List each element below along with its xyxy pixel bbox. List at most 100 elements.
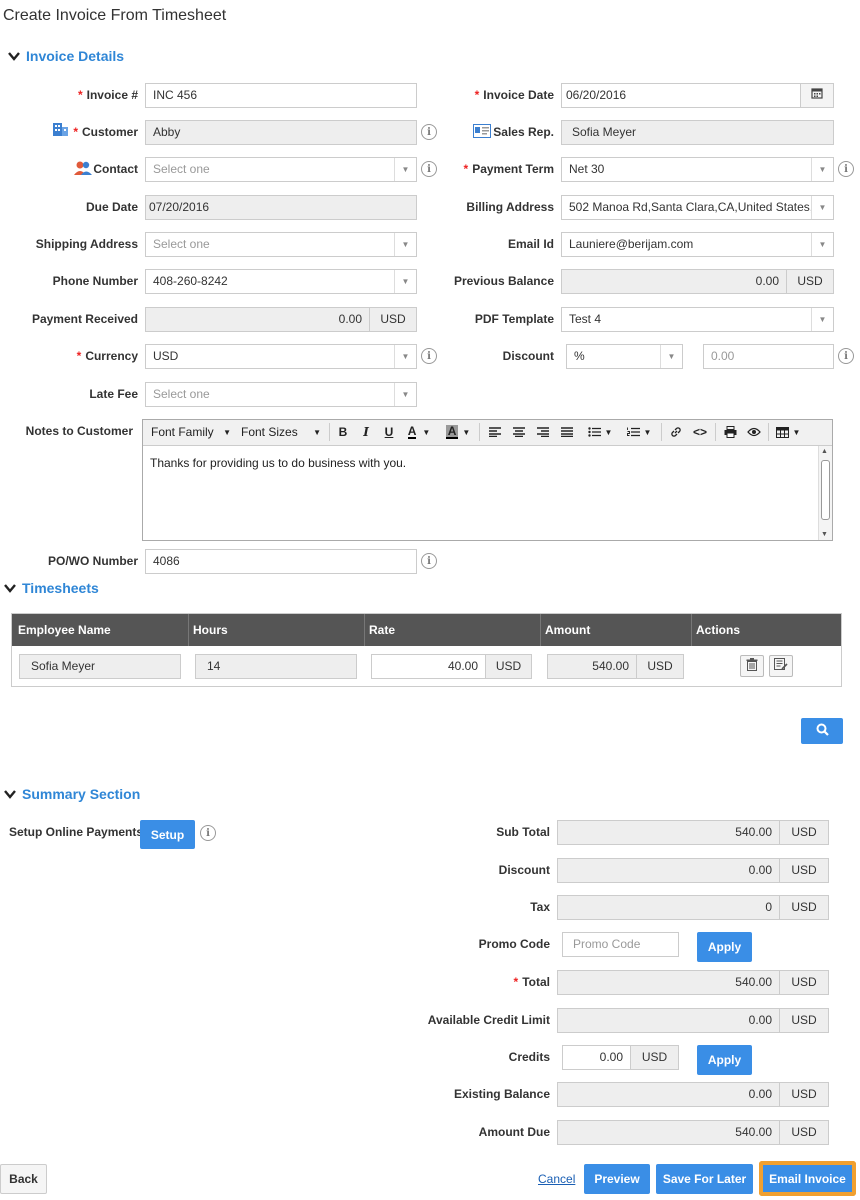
scroll-down-icon[interactable]: ▼ xyxy=(821,531,828,538)
currency-select[interactable]: USD ▼ xyxy=(145,344,417,369)
shipping-address-select[interactable]: Select one ▼ xyxy=(145,232,417,257)
save-for-later-button[interactable]: Save For Later xyxy=(656,1164,753,1194)
invoice-details-heading: Invoice Details xyxy=(26,48,125,64)
invoice-number-input[interactable]: INC 456 xyxy=(145,83,417,108)
background-color-icon[interactable]: A ▼ xyxy=(441,422,475,442)
sales-rep-card-icon xyxy=(473,124,491,141)
sales-rep-label: Sales Rep. xyxy=(493,125,554,139)
column-header: Employee Name xyxy=(18,623,111,637)
promo-apply-button[interactable]: Apply xyxy=(697,932,752,962)
setup-button[interactable]: Setup xyxy=(140,820,195,849)
billing-address-select[interactable]: 502 Manoa Rd,Santa Clara,CA,United State… xyxy=(561,195,834,220)
font-family-dropdown[interactable]: Font Family ▼ xyxy=(147,422,235,442)
previous-balance-input[interactable]: 0.00 xyxy=(561,269,787,294)
amount-due-label: Amount Due xyxy=(478,1125,550,1139)
timesheets-toggle[interactable]: Timesheets xyxy=(4,580,99,596)
sub-total-input[interactable]: 540.00 xyxy=(557,820,780,845)
late-fee-select[interactable]: Select one ▼ xyxy=(145,382,417,407)
dropdown-arrow-icon: ▼ xyxy=(394,158,416,181)
discount-label: Discount xyxy=(502,349,554,363)
edit-notes-button[interactable] xyxy=(769,655,793,677)
dropdown-arrow-icon: ▼ xyxy=(394,233,416,256)
cancel-link[interactable]: Cancel xyxy=(538,1172,575,1186)
chevron-down-icon xyxy=(8,51,22,61)
delete-row-button[interactable] xyxy=(740,655,764,677)
payment-term-select[interactable]: Net 30 ▼ xyxy=(561,157,834,182)
available-credit-limit-input[interactable]: 0.00 xyxy=(557,1008,780,1033)
due-date-input[interactable]: 07/20/2016 xyxy=(145,195,417,220)
calendar-button[interactable] xyxy=(800,83,834,108)
customer-info-icon[interactable]: i xyxy=(421,124,437,140)
currency-info-icon[interactable]: i xyxy=(421,348,437,364)
employee-name-input[interactable]: Sofia Meyer xyxy=(19,654,181,679)
customer-input[interactable]: Abby xyxy=(145,120,417,145)
invoice-details-toggle[interactable]: Invoice Details xyxy=(8,48,124,64)
summary-heading: Summary Section xyxy=(22,786,141,802)
discount-amount-input[interactable]: 0.00 xyxy=(703,344,834,369)
promo-code-input[interactable]: Promo Code xyxy=(562,932,679,957)
tax-input[interactable]: 0 xyxy=(557,895,780,920)
credits-input[interactable]: 0.00 xyxy=(562,1045,631,1070)
total-input[interactable]: 540.00 xyxy=(557,970,780,995)
code-icon[interactable]: <> xyxy=(689,422,711,442)
back-button[interactable]: Back xyxy=(0,1164,47,1194)
scrollbar-thumb[interactable] xyxy=(821,460,830,520)
link-icon[interactable] xyxy=(665,422,687,442)
rate-input[interactable]: 40.00 xyxy=(371,654,486,679)
po-wo-input[interactable]: 4086 xyxy=(145,549,417,574)
font-color-icon[interactable]: A ▼ xyxy=(402,422,436,442)
customer-building-icon xyxy=(52,121,70,140)
font-sizes-dropdown[interactable]: Font Sizes ▼ xyxy=(237,422,325,442)
bullet-list-icon[interactable]: ▼ xyxy=(583,422,617,442)
column-header: Amount xyxy=(545,623,591,637)
align-right-icon[interactable] xyxy=(533,422,553,442)
column-header: Actions xyxy=(696,623,741,637)
amount-input[interactable]: 540.00 xyxy=(547,654,637,679)
align-justify-icon[interactable] xyxy=(557,422,577,442)
sales-rep-input[interactable]: Sofia Meyer xyxy=(561,120,834,145)
preview-eye-icon[interactable] xyxy=(743,422,765,442)
amount-due-input[interactable]: 540.00 xyxy=(557,1120,780,1145)
editor-scrollbar[interactable]: ▲ ▼ xyxy=(818,446,832,540)
search-button[interactable] xyxy=(801,718,843,744)
setup-info-icon[interactable]: i xyxy=(200,825,216,841)
summary-discount-input[interactable]: 0.00 xyxy=(557,858,780,883)
pdf-template-select[interactable]: Test 4 ▼ xyxy=(561,307,834,332)
notes-editor[interactable]: Font Family ▼ Font Sizes ▼ B I U A ▼ A ▼ ▼ ▼… xyxy=(142,419,833,541)
payment-received-input[interactable]: 0.00 xyxy=(145,307,370,332)
bold-icon[interactable]: B xyxy=(333,422,353,442)
table-icon[interactable]: ▼ xyxy=(771,422,805,442)
italic-icon[interactable]: I xyxy=(356,422,376,442)
notes-text[interactable]: Thanks for providing us to do business w… xyxy=(150,456,406,470)
discount-info-icon[interactable]: i xyxy=(838,348,854,364)
invoice-date-input[interactable]: 06/20/2016 xyxy=(561,83,801,108)
scroll-up-icon[interactable]: ▲ xyxy=(821,448,828,455)
underline-icon[interactable]: U xyxy=(379,422,399,442)
edit-note-icon xyxy=(774,658,788,674)
align-left-icon[interactable] xyxy=(485,422,505,442)
discount-type-select[interactable]: % ▼ xyxy=(566,344,683,369)
pdf-template-label: PDF Template xyxy=(474,312,554,326)
print-icon[interactable] xyxy=(719,422,741,442)
contact-select[interactable]: Select one ▼ xyxy=(145,157,417,182)
align-center-icon[interactable] xyxy=(509,422,529,442)
existing-balance-input[interactable]: 0.00 xyxy=(557,1082,780,1107)
po-wo-info-icon[interactable]: i xyxy=(421,553,437,569)
due-date-label: Due Date xyxy=(85,200,138,214)
contact-info-icon[interactable]: i xyxy=(421,161,437,177)
hours-input[interactable]: 14 xyxy=(195,654,357,679)
numbered-list-icon[interactable]: ▼ xyxy=(621,422,657,442)
existing-balance-label: Existing Balance xyxy=(453,1087,550,1101)
email-invoice-button[interactable]: Email Invoice xyxy=(759,1161,856,1196)
existing-balance-currency: USD xyxy=(779,1082,829,1107)
summary-toggle[interactable]: Summary Section xyxy=(4,786,140,802)
credits-apply-button[interactable]: Apply xyxy=(697,1045,752,1075)
preview-button[interactable]: Preview xyxy=(584,1164,650,1194)
payment-term-info-icon[interactable]: i xyxy=(838,161,854,177)
dropdown-arrow-icon: ▼ xyxy=(811,308,833,331)
email-id-select[interactable]: Launiere@berijam.com ▼ xyxy=(561,232,834,257)
table-header-row: Employee Name Hours Rate Amount Actions xyxy=(12,614,841,646)
currency-label: * Currency xyxy=(76,349,138,363)
payment-received-label: Payment Received xyxy=(31,312,138,326)
phone-number-select[interactable]: 408-260-8242 ▼ xyxy=(145,269,417,294)
